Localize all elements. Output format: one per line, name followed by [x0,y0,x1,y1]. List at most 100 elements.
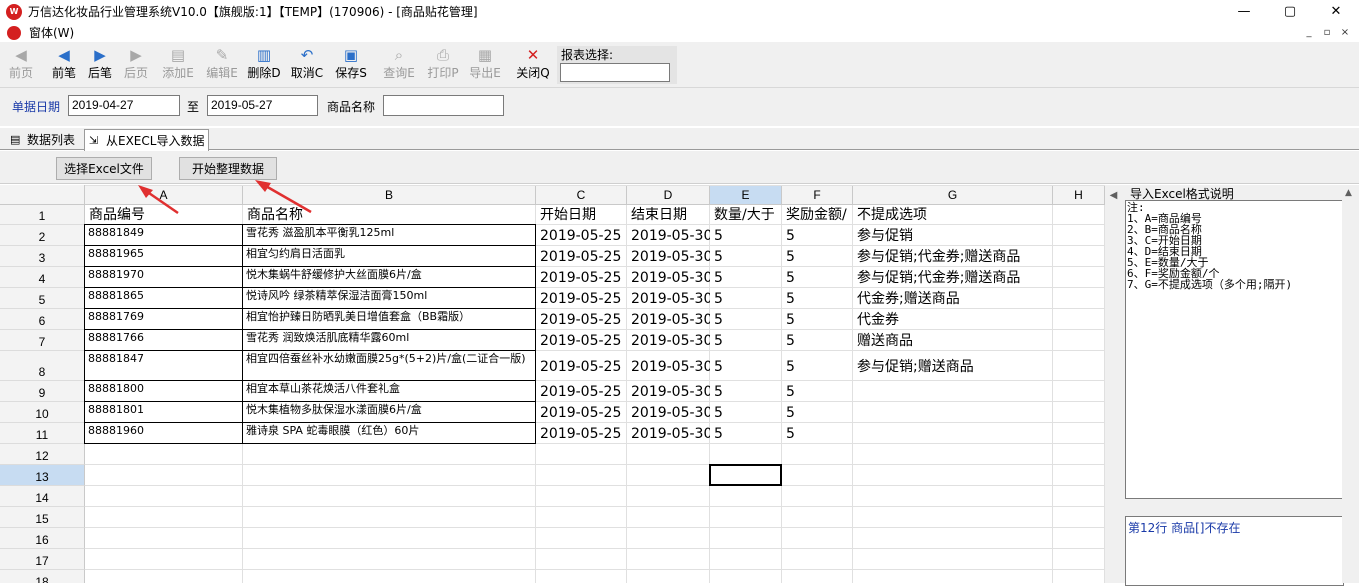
data-cell[interactable]: 5 [710,351,782,381]
header-cell[interactable]: 开始日期 [536,206,627,226]
row-header-16[interactable]: 16 [0,528,85,549]
data-cell[interactable]: 2019-05-25 [536,351,627,381]
header-cell[interactable]: 商品编号 [85,206,243,226]
tab-import-excel[interactable]: ⇲ 从EXECL导入数据 [84,129,210,151]
grid-scroll-left-icon[interactable]: ◀ [1105,185,1122,205]
column-header-H[interactable]: H [1053,185,1105,205]
toolbar-button-4[interactable]: ▤ 添加E [158,45,198,85]
data-cell[interactable]: 代金券 [853,309,1053,330]
minimize-button[interactable]: — [1221,0,1267,23]
data-cell[interactable]: 相宜本草山茶花焕活八件套礼盒 [243,381,536,402]
row-header-9[interactable]: 9 [0,381,85,402]
mdi-close-icon[interactable]: × [1337,25,1353,39]
data-cell[interactable]: 5 [710,309,782,330]
data-cell[interactable]: 5 [782,309,853,330]
data-cell[interactable]: 2019-05-30 [627,267,710,288]
data-cell[interactable]: 相宜怡护臻日防晒乳美日增值套盒（BB霜版） [243,309,536,330]
start-process-button[interactable]: 开始整理数据 [179,157,277,180]
selected-cell[interactable] [709,464,782,486]
tab-data-list[interactable]: ▤ 数据列表 [6,129,79,150]
data-cell[interactable]: 悦木集植物多肽保湿水漾面膜6片/盒 [243,402,536,423]
toolbar-button-2[interactable]: ▶ 后笔 [80,45,120,85]
row-header-13[interactable]: 13 [0,465,85,486]
data-cell[interactable]: 2019-05-25 [536,309,627,330]
column-header-C[interactable]: C [536,185,627,205]
data-cell[interactable]: 参与促销;代金券;赠送商品 [853,267,1053,288]
toolbar-button-8[interactable]: ▣ 保存S [331,45,371,85]
row-header-15[interactable]: 15 [0,507,85,528]
row-header-17[interactable]: 17 [0,549,85,570]
row-header-7[interactable]: 7 [0,330,85,351]
data-cell[interactable]: 5 [710,288,782,309]
close-window-button[interactable]: ✕ [1313,0,1359,23]
data-cell[interactable]: 5 [782,381,853,402]
data-cell[interactable]: 5 [782,246,853,267]
row-header-2[interactable]: 2 [0,225,85,246]
row-header-11[interactable]: 11 [0,423,85,444]
panel-scrollbar[interactable]: ▲ [1342,185,1359,583]
row-header-6[interactable]: 6 [0,309,85,330]
data-cell[interactable]: 雅诗泉 SPA 蛇毒眼膜（红色）60片 [243,423,536,444]
data-cell[interactable] [853,381,1053,402]
toolbar-button-11[interactable]: ▦ 导出E [465,45,505,85]
data-cell[interactable]: 5 [710,330,782,351]
data-cell[interactable]: 88881769 [85,309,243,330]
row-header-4[interactable]: 4 [0,267,85,288]
data-cell[interactable]: 2019-05-25 [536,402,627,423]
data-cell[interactable] [853,423,1053,444]
column-header-B[interactable]: B [243,185,536,205]
data-cell[interactable]: 88881766 [85,330,243,351]
data-cell[interactable]: 5 [710,225,782,246]
toolbar-button-6[interactable]: ▥ 删除D [244,45,284,85]
toolbar-button-12[interactable]: ✕ 关闭Q [513,45,553,85]
data-cell[interactable]: 5 [782,423,853,444]
row-header-14[interactable]: 14 [0,486,85,507]
product-name-field[interactable] [383,95,504,116]
data-cell[interactable]: 悦木集蜗牛舒缓修护大丝面膜6片/盒 [243,267,536,288]
data-cell[interactable]: 2019-05-30 [627,246,710,267]
toolbar-button-3[interactable]: ▶ 后页 [116,45,156,85]
data-cell[interactable]: 2019-05-30 [627,423,710,444]
data-cell[interactable]: 5 [782,330,853,351]
header-cell[interactable]: 不提成选项 [853,206,1053,226]
data-cell[interactable]: 88881801 [85,402,243,423]
data-cell[interactable]: 88881849 [85,225,243,246]
data-cell[interactable]: 5 [710,423,782,444]
data-cell[interactable]: 5 [782,225,853,246]
menu-window[interactable]: 窗体(W) [29,24,74,41]
data-cell[interactable]: 2019-05-25 [536,288,627,309]
data-cell[interactable]: 88881960 [85,423,243,444]
row-header-5[interactable]: 5 [0,288,85,309]
data-cell[interactable]: 雪花秀 滋盈肌本平衡乳125ml [243,225,536,246]
data-cell[interactable]: 5 [782,267,853,288]
column-header-A[interactable]: A [85,185,243,205]
data-cell[interactable]: 88881865 [85,288,243,309]
data-cell[interactable]: 2019-05-30 [627,309,710,330]
data-cell[interactable]: 88881965 [85,246,243,267]
data-cell[interactable]: 5 [710,267,782,288]
mdi-restore-icon[interactable]: ▫ [1319,25,1335,39]
data-cell[interactable]: 2019-05-25 [536,246,627,267]
toolbar-button-1[interactable]: ◀ 前笔 [44,45,84,85]
data-cell[interactable]: 2019-05-25 [536,267,627,288]
data-cell[interactable]: 5 [710,246,782,267]
select-excel-button[interactable]: 选择Excel文件 [56,157,152,180]
header-cell[interactable]: 结束日期 [627,206,710,226]
data-cell[interactable]: 5 [710,402,782,423]
date-to-field[interactable]: 2019-05-27 [207,95,318,116]
data-cell[interactable]: 5 [710,381,782,402]
column-header-F[interactable]: F [782,185,853,205]
spreadsheet[interactable]: A B C D E F G H 1 2 3 4 5 6 7 8 9 10 11 12 13 14 15 16 17 18 商品编号商… [0,185,1105,583]
row-header-3[interactable]: 3 [0,246,85,267]
data-cell[interactable]: 2019-05-25 [536,330,627,351]
data-cell[interactable]: 2019-05-25 [536,423,627,444]
data-cell[interactable]: 2019-05-25 [536,381,627,402]
mdi-minimize-icon[interactable]: _ [1301,25,1317,39]
toolbar-button-0[interactable]: ◀ 前页 [1,45,41,85]
data-cell[interactable]: 相宜匀约肩日活面乳 [243,246,536,267]
report-select-input[interactable] [560,63,670,82]
header-cell[interactable]: 商品名称 [243,206,536,226]
data-cell[interactable]: 2019-05-25 [536,225,627,246]
data-cell[interactable]: 2019-05-30 [627,288,710,309]
data-cell[interactable] [853,402,1053,423]
